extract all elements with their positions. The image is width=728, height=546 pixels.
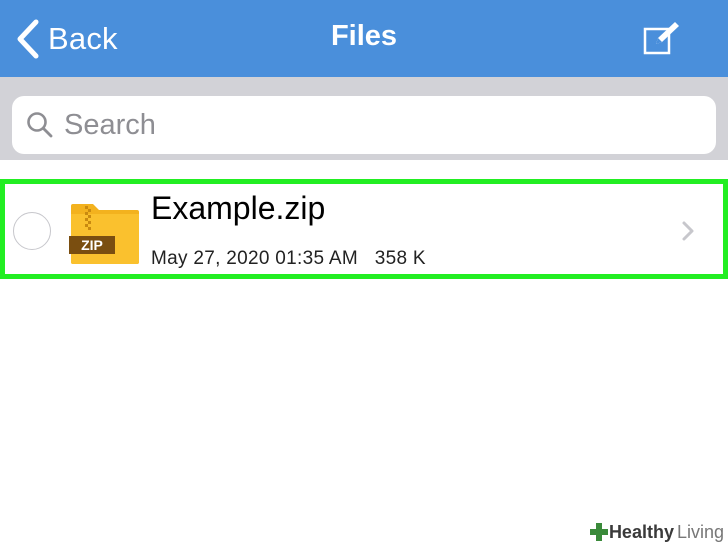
file-size: 358 K	[374, 248, 426, 269]
zip-badge-text: ZIP	[81, 237, 103, 253]
file-meta: May 27, 2020 01:35 AM 358 K	[151, 248, 426, 270]
compose-icon	[643, 22, 679, 55]
zip-folder-icon: ZIP	[69, 204, 139, 264]
search-box[interactable]	[12, 96, 716, 154]
watermark: Healthy Living	[586, 518, 728, 546]
file-name: Example.zip	[151, 190, 326, 226]
navigation-bar: Back Files	[0, 0, 728, 77]
file-date: May 27, 2020 01:35 AM	[151, 248, 358, 269]
plus-logo-icon	[589, 523, 608, 541]
page-title: Files	[330, 20, 398, 52]
file-row[interactable]: ZIP Example.zip May 27, 2020 01:35 AM 35…	[0, 179, 728, 279]
search-input[interactable]	[64, 108, 684, 142]
search-bar-container	[0, 77, 728, 160]
select-checkbox[interactable]	[13, 212, 51, 250]
watermark-brand-light: Living	[676, 521, 724, 542]
search-icon	[27, 112, 53, 138]
watermark-brand-bold: Healthy	[608, 521, 674, 542]
edit-button[interactable]	[642, 20, 682, 56]
chevron-right-icon	[682, 221, 694, 241]
